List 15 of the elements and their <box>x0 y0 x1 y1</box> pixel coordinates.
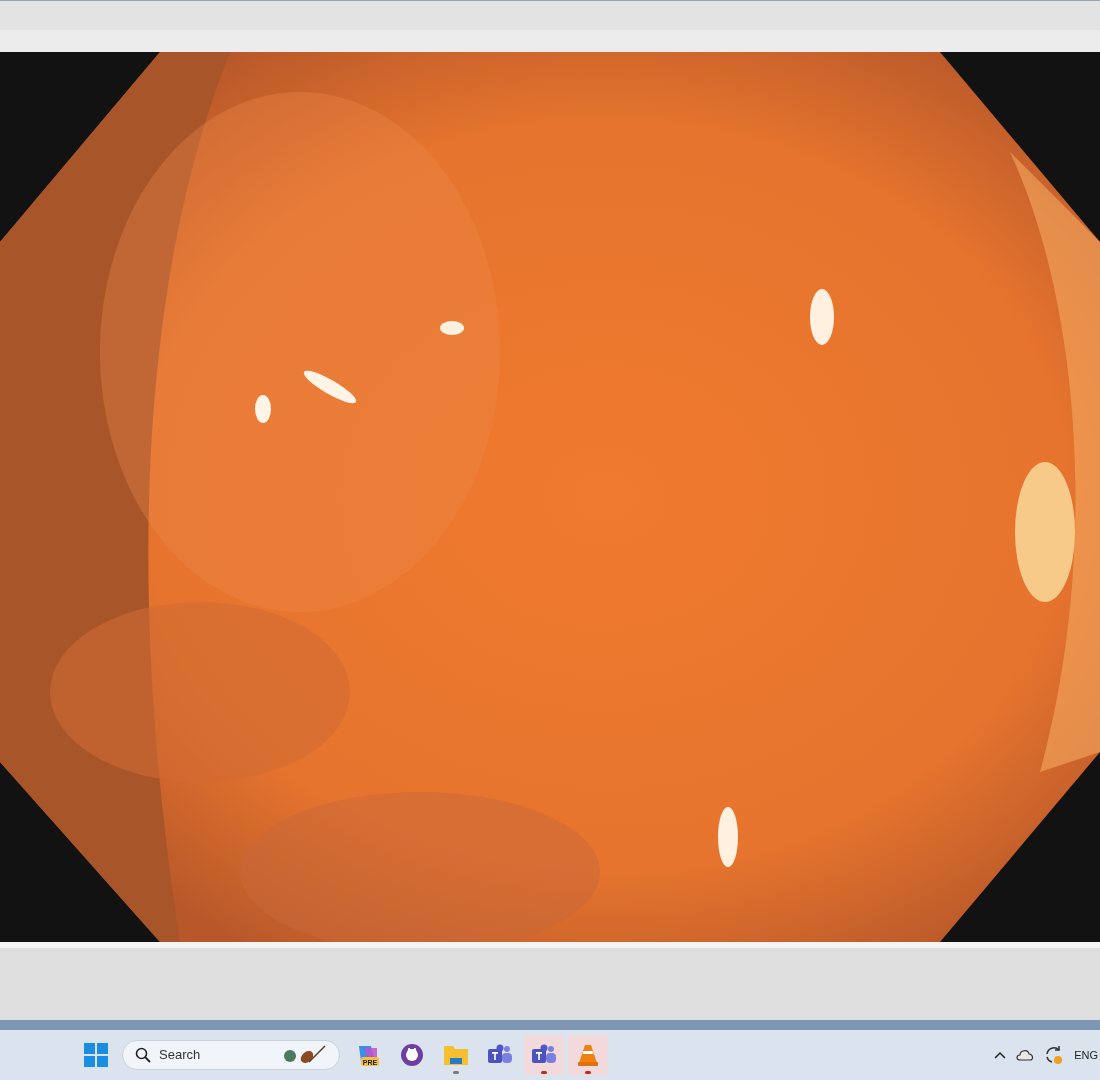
cat-icon <box>400 1043 424 1067</box>
search-icon <box>135 1047 151 1063</box>
chevron-up-icon[interactable] <box>994 1051 1007 1059</box>
sync-icon[interactable] <box>1044 1045 1065 1065</box>
running-indicator <box>585 1071 591 1074</box>
start-icon[interactable] <box>84 1043 108 1067</box>
running-indicator <box>453 1071 459 1074</box>
language-indicator[interactable]: ENG <box>1074 1046 1098 1064</box>
cloud-icon[interactable] <box>1016 1049 1035 1061</box>
traffic-cone-icon <box>577 1043 599 1067</box>
taskbar-button[interactable] <box>524 1035 564 1075</box>
running-indicator <box>541 1071 547 1074</box>
search-input[interactable]: Search <box>159 1045 269 1065</box>
folder-icon <box>443 1043 469 1067</box>
search-field[interactable]: Search <box>122 1040 340 1070</box>
